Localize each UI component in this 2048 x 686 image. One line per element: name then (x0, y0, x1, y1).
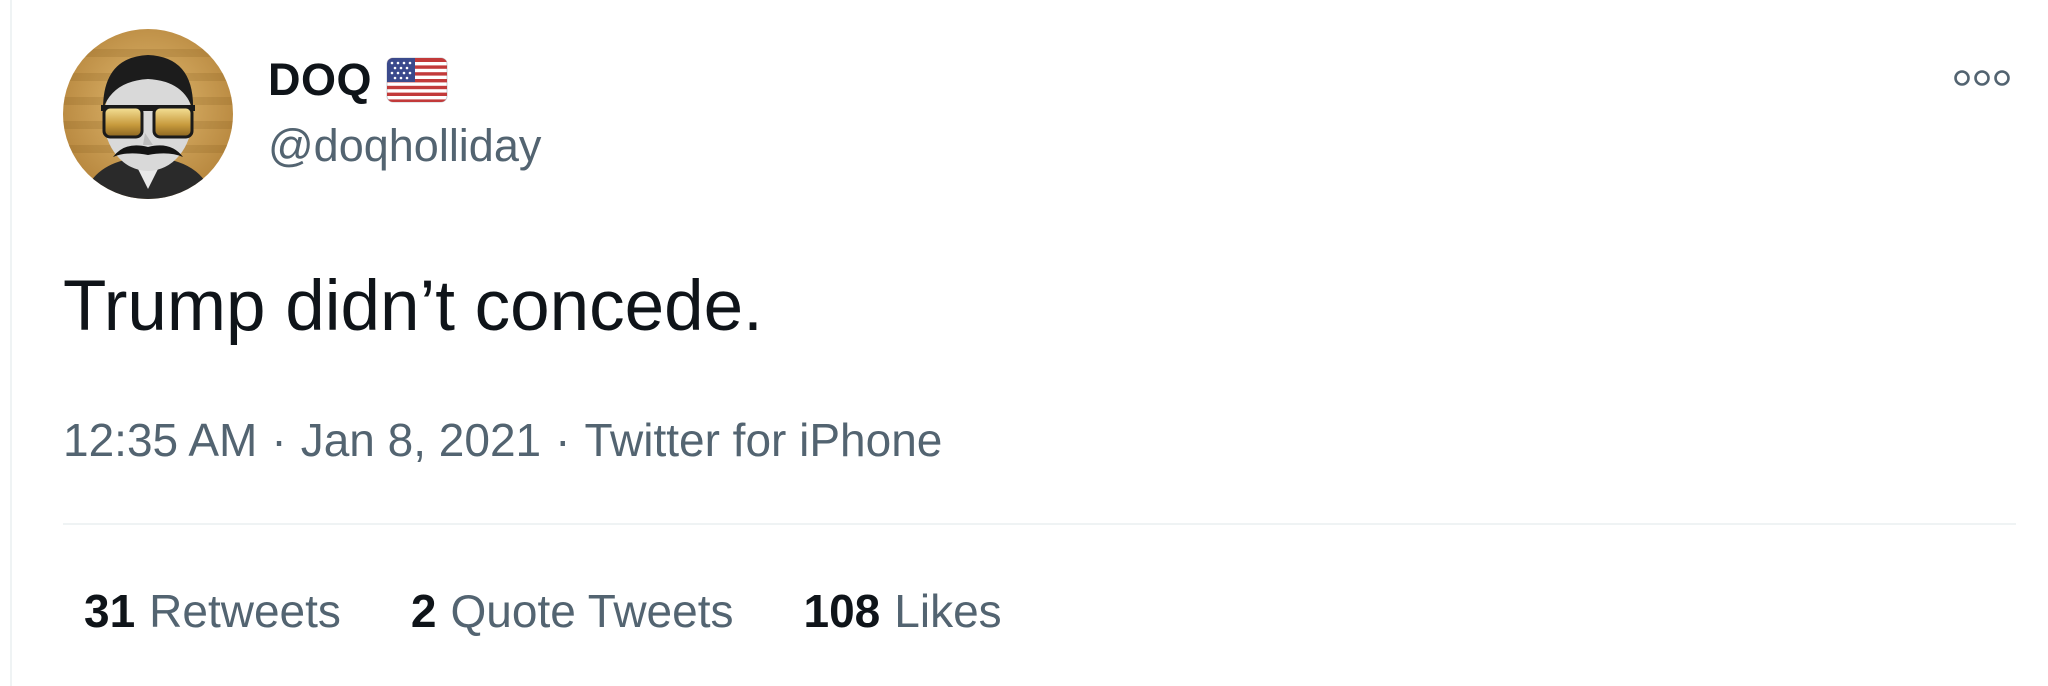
divider (63, 523, 2016, 525)
author-handle[interactable]: @doqholliday (268, 118, 541, 174)
tweet-text: Trump didn’t concede. (63, 267, 763, 346)
tweet-card: DOQ @doqholliday Trump didn’t concede. 1… (0, 0, 2048, 686)
avatar[interactable] (63, 29, 233, 199)
tweet-date[interactable]: Jan 8, 2021 (301, 414, 541, 466)
us-flag-icon (386, 57, 448, 103)
retweets-label: Retweets (149, 585, 341, 637)
meta-separator: · (271, 414, 287, 466)
quote-tweets-stat[interactable]: 2 Quote Tweets (411, 583, 734, 639)
display-name[interactable]: DOQ (268, 52, 372, 108)
retweets-stat[interactable]: 31 Retweets (84, 583, 341, 639)
quote-tweets-count: 2 (410, 585, 437, 637)
more-options-icon (1954, 70, 2010, 86)
tweet-time[interactable]: 12:35 AM (63, 414, 257, 466)
tweet-meta: 12:35 AM · Jan 8, 2021 · Twitter for iPhone (63, 412, 942, 468)
quote-tweets-label: Quote Tweets (450, 585, 734, 637)
meta-separator: · (555, 414, 571, 466)
likes-stat[interactable]: 108 Likes (804, 583, 1002, 639)
tweet-source[interactable]: Twitter for iPhone (584, 414, 942, 466)
author-name-row[interactable]: DOQ (268, 52, 448, 108)
likes-label: Likes (894, 585, 1002, 637)
likes-count: 108 (803, 585, 881, 637)
more-options-button[interactable] (1950, 60, 2014, 96)
timeline-border (10, 0, 12, 686)
retweets-count: 31 (84, 585, 136, 637)
profile-avatar-icon (63, 29, 233, 199)
tweet-stats: 31 Retweets 2 Quote Tweets 108 Likes (84, 583, 1072, 639)
